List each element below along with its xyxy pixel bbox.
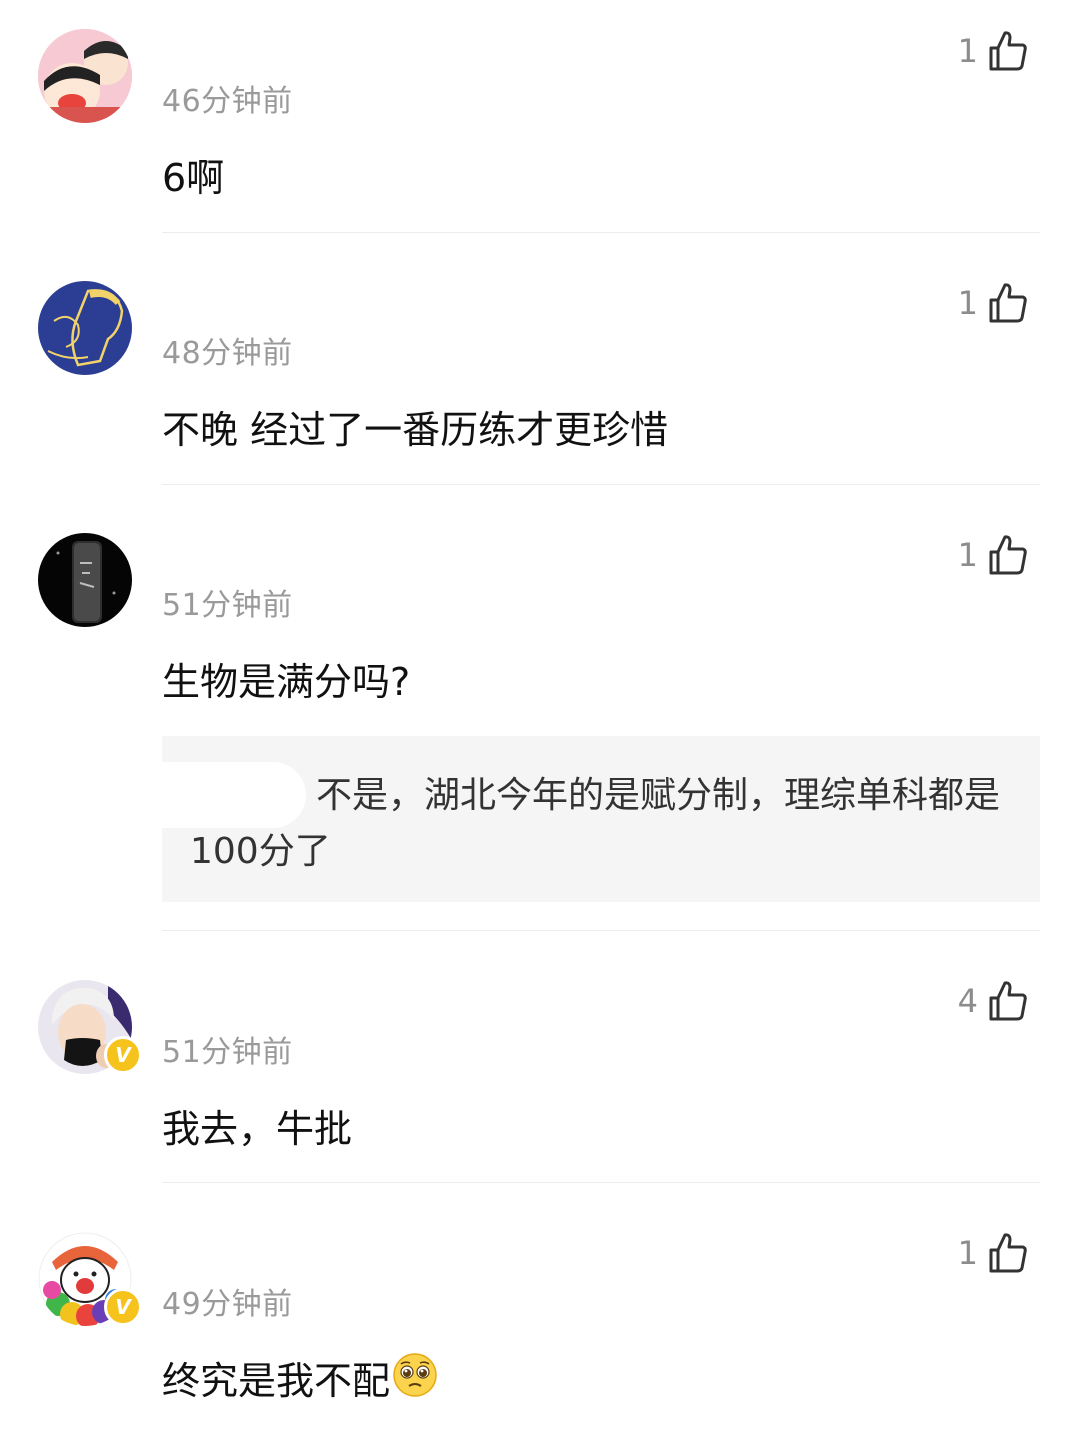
divider: [162, 930, 1040, 931]
like-button[interactable]: 1: [958, 530, 1028, 580]
comment-time: 51分钟前: [162, 1035, 293, 1070]
like-count: 4: [957, 982, 978, 1020]
thumbs-up-icon[interactable]: [988, 282, 1028, 324]
reply-text[interactable]: 不是，湖北今年的是赋分制，理综单科都是100分了: [190, 768, 1000, 880]
like-count: 1: [957, 32, 978, 70]
user-avatar[interactable]: [38, 281, 132, 375]
thumbs-up-icon[interactable]: [988, 534, 1028, 576]
comment-time: 49分钟前: [162, 1287, 293, 1322]
thumbs-up-icon[interactable]: [988, 30, 1028, 72]
divider: [162, 1182, 1040, 1183]
like-button[interactable]: 1: [958, 1228, 1028, 1278]
comment-time: 48分钟前: [162, 336, 293, 371]
like-button[interactable]: 4: [958, 976, 1028, 1026]
divider: [162, 484, 1040, 485]
comment-time: 51分钟前: [162, 588, 293, 623]
comment-text[interactable]: 我去，牛批: [162, 1105, 352, 1153]
comment-text-content: 终究是我不配: [162, 1359, 391, 1403]
comment-text[interactable]: 6啊: [162, 154, 224, 202]
reply-box[interactable]: 不是，湖北今年的是赋分制，理综单科都是100分了: [162, 736, 1040, 902]
comment-text[interactable]: 终究是我不配: [162, 1353, 438, 1409]
verified-badge: V: [104, 1036, 142, 1074]
like-button[interactable]: 1: [958, 278, 1028, 328]
pleading-face-emoji: [392, 1352, 438, 1409]
thumbs-up-icon[interactable]: [988, 1232, 1028, 1274]
like-button[interactable]: 1: [958, 26, 1028, 76]
user-avatar[interactable]: [38, 533, 132, 627]
divider: [162, 232, 1040, 233]
user-avatar[interactable]: [38, 29, 132, 123]
like-count: 1: [957, 284, 978, 322]
comment-text[interactable]: 不晚 经过了一番历练才更珍惜: [162, 406, 668, 454]
like-count: 1: [957, 1234, 978, 1272]
verified-badge: V: [104, 1288, 142, 1326]
thumbs-up-icon[interactable]: [988, 980, 1028, 1022]
like-count: 1: [957, 536, 978, 574]
comment-text[interactable]: 生物是满分吗?: [162, 658, 410, 706]
comment-time: 46分钟前: [162, 84, 293, 119]
